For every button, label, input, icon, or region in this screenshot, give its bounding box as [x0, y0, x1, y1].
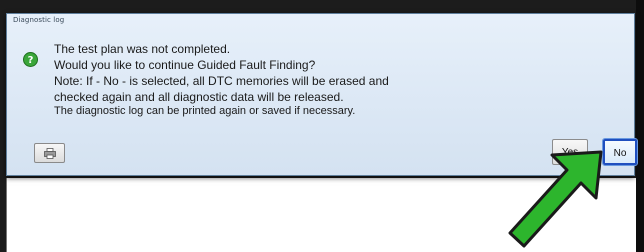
dialog-message: The test plan was not completed. Would y…: [54, 41, 614, 119]
message-line: Would you like to continue Guided Fault …: [54, 58, 316, 72]
print-button[interactable]: [34, 143, 65, 163]
printer-icon: [44, 148, 56, 159]
message-line: Note: If - No - is selected, all DTC mem…: [54, 74, 389, 88]
dialog-caption: Diagnostic log: [13, 16, 65, 24]
svg-text:?: ?: [28, 55, 34, 66]
message-line: The test plan was not completed.: [54, 42, 231, 56]
screen-edge: [636, 0, 644, 252]
message-line: The diagnostic log can be printed again …: [54, 105, 356, 117]
green-arrow-pointer: [508, 150, 603, 248]
question-icon: ?: [23, 52, 38, 67]
screen: Diagnostic log ? The test plan was not c…: [0, 0, 644, 252]
